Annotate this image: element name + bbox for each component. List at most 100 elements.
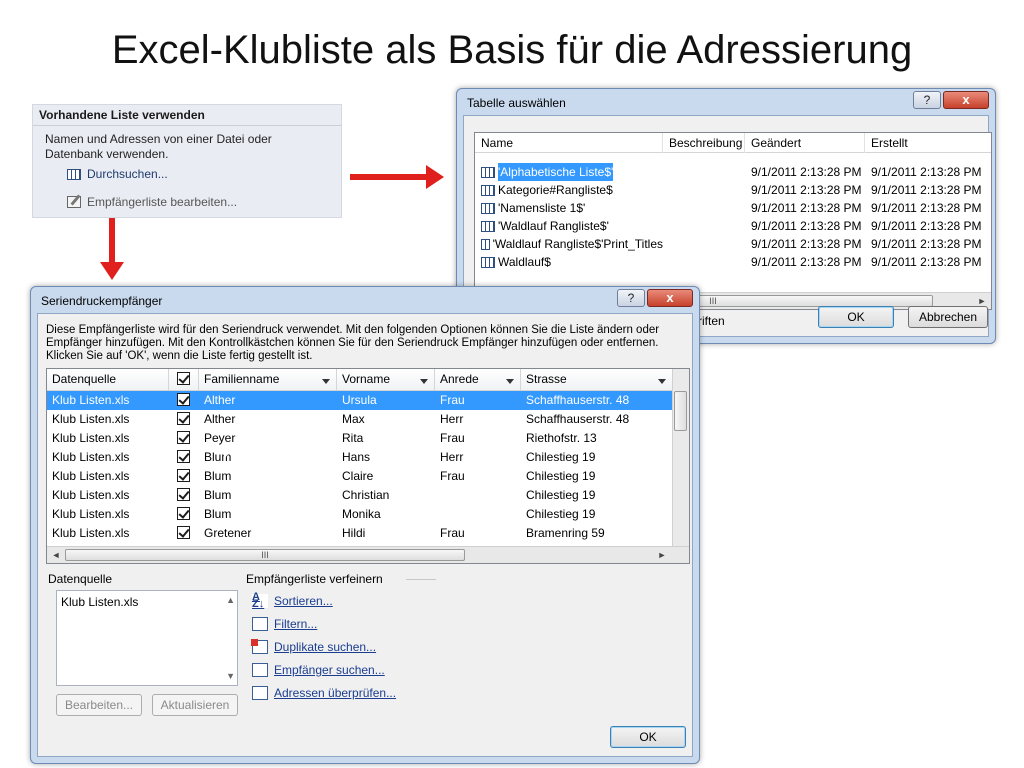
row-checkbox[interactable] [177, 412, 190, 426]
col-created[interactable]: Erstellt [865, 133, 991, 153]
table-row[interactable]: Kategorie#Rangliste$ 9/1/2011 2:13:28 PM… [475, 181, 991, 199]
scroll-thumb[interactable]: III [65, 549, 465, 561]
refresh-button[interactable]: Aktualisieren [152, 694, 238, 716]
cell-street: Chilestieg 19 [526, 450, 596, 464]
cell-lastname: Blum [204, 488, 232, 502]
table-row[interactable]: Klub Listen.xls Blum Claire Frau Chilest… [47, 467, 689, 486]
browse-link[interactable]: Durchsuchen... [67, 167, 168, 181]
cell-firstname: Christian [342, 488, 390, 502]
cell-street: Riethofstr. 13 [526, 431, 597, 445]
row-checkbox[interactable] [177, 450, 190, 464]
sort-icon: A Z↓ [252, 592, 268, 610]
col-salutation[interactable]: Anrede [435, 369, 521, 391]
col-lastname[interactable]: Familienname [199, 369, 337, 391]
scroll-right-icon[interactable]: ► [655, 549, 669, 561]
close-button[interactable]: x [647, 289, 693, 307]
cancel-button[interactable]: Abbrechen [908, 306, 988, 328]
ok-button[interactable]: OK [610, 726, 686, 748]
row-checkbox[interactable] [177, 393, 190, 407]
cell-salutation: Frau [440, 431, 465, 445]
duplicates-icon [251, 639, 268, 654]
table-row[interactable]: Klub Listen.xls Alther Max Herr Schaffha… [47, 410, 689, 429]
table-row[interactable]: Klub Listen.xls Blum Monika Chilestieg 1… [47, 505, 689, 524]
row-checkbox[interactable] [177, 469, 190, 483]
table-icon [67, 168, 81, 180]
mouse-cursor-icon [224, 446, 233, 460]
cell-salutation: Frau [440, 526, 465, 540]
close-button[interactable]: x [943, 91, 989, 109]
validate-addresses-link[interactable]: Adressen überprüfen... [252, 686, 396, 700]
select-all-checkbox[interactable] [177, 372, 190, 386]
merge-dialog-title: Seriendruckempfänger [41, 294, 163, 308]
edit-button[interactable]: Bearbeiten... [56, 694, 142, 716]
table-row[interactable]: 'Waldlauf Rangliste$' 9/1/2011 2:13:28 P… [475, 217, 991, 235]
horizontal-scrollbar[interactable]: ◄ III ► [47, 546, 689, 563]
divider [406, 579, 436, 580]
find-duplicates-link[interactable]: Duplikate suchen... [251, 639, 377, 654]
cell-lastname: Alther [204, 393, 236, 407]
table-list-body: 'Alphabetische Liste$' 9/1/2011 2:13:28 … [475, 163, 991, 271]
help-button[interactable]: ? [617, 289, 645, 307]
table-created: 9/1/2011 2:13:28 PM [871, 255, 982, 269]
cell-source: Klub Listen.xls [52, 469, 130, 483]
scroll-left-icon[interactable]: ◄ [49, 549, 63, 561]
find-recipient-icon [252, 663, 268, 677]
vertical-scrollbar[interactable] [672, 369, 689, 547]
table-row[interactable]: 'Namensliste 1$' 9/1/2011 2:13:28 PM 9/1… [475, 199, 991, 217]
ok-button[interactable]: OK [818, 306, 894, 328]
table-row[interactable]: Klub Listen.xls Blum Christian Chilestie… [47, 486, 689, 505]
col-modified[interactable]: Geändert [745, 133, 865, 153]
cell-source: Klub Listen.xls [52, 412, 130, 426]
vertical-scroll-thumb[interactable] [674, 391, 687, 431]
cell-source: Klub Listen.xls [52, 526, 130, 540]
col-street[interactable]: Strasse [521, 369, 673, 391]
col-description[interactable]: Beschreibung [663, 133, 745, 153]
row-checkbox[interactable] [177, 507, 190, 521]
table-name: 'Namensliste 1$' [498, 201, 586, 215]
table-name: Kategorie#Rangliste$ [498, 183, 613, 197]
cell-street: Chilestieg 19 [526, 507, 596, 521]
refine-heading: Empfängerliste verfeinern [246, 572, 383, 586]
merge-description: Diese Empfängerliste wird für den Serien… [46, 324, 660, 362]
table-row[interactable]: Waldlauf$ 9/1/2011 2:13:28 PM 9/1/2011 2… [475, 253, 991, 271]
col-firstname[interactable]: Vorname [337, 369, 435, 391]
col-datasource[interactable]: Datenquelle [47, 369, 169, 391]
help-button[interactable]: ? [913, 91, 941, 109]
sort-link[interactable]: A Z↓ Sortieren... [252, 592, 333, 610]
edit-recipient-list-link[interactable]: Empfängerliste bearbeiten... [67, 195, 237, 209]
datasource-list[interactable]: Klub Listen.xls ▲ ▼ [56, 590, 238, 686]
col-checkbox[interactable] [169, 369, 199, 391]
down-arrow-icon [100, 218, 124, 280]
scroll-up-icon[interactable]: ▲ [226, 595, 235, 605]
table-row[interactable]: Klub Listen.xls Gretener Hildi Frau Bram… [47, 524, 689, 543]
table-description [663, 217, 745, 235]
table-name: 'Alphabetische Liste$' [498, 163, 614, 181]
cell-salutation [435, 505, 521, 524]
partial-label: riften [698, 314, 725, 328]
table-row[interactable]: Klub Listen.xls Blum Hans Herr Chilestie… [47, 448, 689, 467]
table-row[interactable]: Klub Listen.xls Alther Ursula Frau Schaf… [47, 391, 689, 410]
table-row[interactable]: Klub Listen.xls Peyer Rita Frau Riethofs… [47, 429, 689, 448]
row-checkbox[interactable] [177, 526, 190, 540]
cell-firstname: Monika [342, 507, 381, 521]
table-description [663, 163, 745, 181]
table-row[interactable]: 'Waldlauf Rangliste$'Print_Titles 9/1/20… [475, 235, 991, 253]
table-description [663, 235, 745, 253]
row-checkbox[interactable] [177, 431, 190, 445]
table-modified: 9/1/2011 2:13:28 PM [751, 165, 862, 179]
find-recipient-label: Empfänger suchen... [274, 663, 385, 677]
cell-source: Klub Listen.xls [52, 393, 130, 407]
cell-lastname: Gretener [204, 526, 252, 540]
table-modified: 9/1/2011 2:13:28 PM [751, 183, 862, 197]
find-duplicates-label: Duplikate suchen... [274, 640, 377, 654]
panel-description: Namen und Adressen von einer Datei oder … [45, 132, 272, 161]
list-item[interactable]: Klub Listen.xls [57, 591, 237, 613]
row-checkbox[interactable] [177, 488, 190, 502]
cell-source: Klub Listen.xls [52, 507, 130, 521]
table-row[interactable]: 'Alphabetische Liste$' 9/1/2011 2:13:28 … [475, 163, 991, 181]
table-modified: 9/1/2011 2:13:28 PM [751, 255, 862, 269]
filter-link[interactable]: Filtern... [252, 617, 317, 631]
find-recipient-link[interactable]: Empfänger suchen... [252, 663, 385, 677]
scroll-down-icon[interactable]: ▼ [226, 671, 235, 681]
col-name[interactable]: Name [475, 133, 663, 153]
